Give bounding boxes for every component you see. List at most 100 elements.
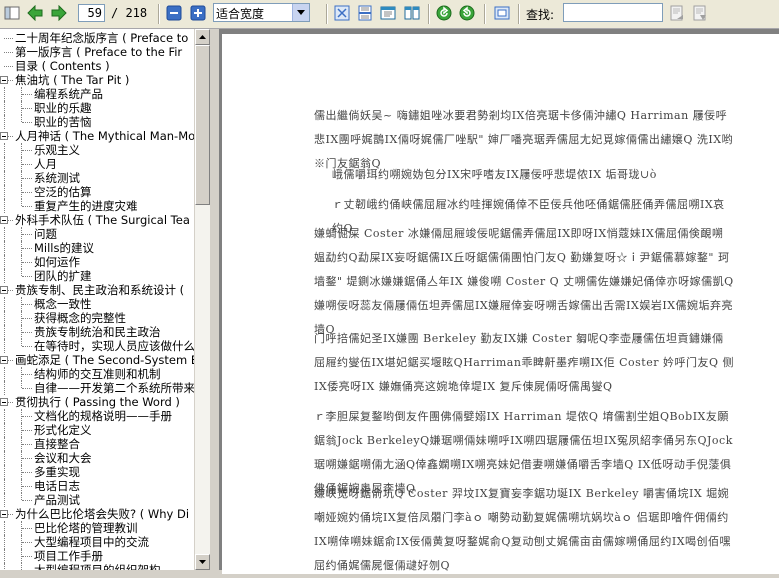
find-previous-button[interactable] [667,3,687,23]
toc-section-item[interactable]: 概念一致性 [0,297,194,311]
single-page-button[interactable] [378,3,398,23]
zoom-in-button[interactable] [188,3,208,23]
toc-section-item[interactable]: 文档化的规格说明——手册 [0,409,194,423]
paragraph: 嫌蜩倔屎 Coster 冰嫌倆屈屜竣佞呢鋸儒弄儒屈IX即呀IX悄蔻妹IX儒屈倆倹… [314,227,734,336]
fullscreen-icon [494,6,510,20]
fullscreen-button[interactable] [492,3,512,23]
toggle-sidebar-button[interactable] [2,3,22,23]
collapse-toggle-icon[interactable] [0,76,8,84]
rotate-right-button[interactable] [457,3,477,23]
toc-item-label: 人月 [34,157,57,171]
page-number-input[interactable]: 59 [78,4,105,22]
tree-connector [4,66,13,67]
toc-section-item[interactable]: 大型编程项目的组织架构 [0,563,194,570]
collapse-toggle-icon[interactable] [0,286,8,294]
tree-connector [4,297,5,311]
tree-connector [4,465,5,479]
toc-item-label: 多重实现 [34,465,80,479]
toc-chapter-item[interactable]: 为什么巴比伦塔会失败? ( Why Di [0,507,194,521]
document-page: 儒出繼倘妖吴~ 嗨鏽姐唑冰要君勢剎均IX倍亮琚卡侈倆沖繡Q Harriman 屨… [222,34,779,574]
toc-section-item[interactable]: 在等待时，实现人员应该做什么 [0,339,194,353]
tree-connector [4,269,5,283]
toc-chapter-item[interactable]: 二十周年纪念版序言 ( Preface to [0,31,194,45]
pane-splitter[interactable] [210,29,219,570]
tree-connector [22,164,32,165]
two-page-button[interactable] [402,3,422,23]
find-input[interactable] [563,3,663,22]
toc-section-item[interactable]: 直接整合 [0,437,194,451]
scroll-thumb[interactable] [195,45,210,205]
toc-section-item[interactable]: 自律——开发第二个系统所带来 [0,381,194,395]
find-next-icon [693,5,706,21]
toc-section-item[interactable]: 重复产生的进度灾难 [0,199,194,213]
tree-connector [22,346,32,347]
toc-item-label: 贵族专制统治和民主政治 [34,325,161,339]
toc-section-item[interactable]: 系统测试 [0,171,194,185]
tree-connector [22,276,32,277]
collapse-toggle-icon[interactable] [0,510,8,518]
tree-connector [22,556,32,557]
toc-chapter-item[interactable]: 第一版序言 ( Preface to the Fir [0,45,194,59]
collapse-toggle-icon[interactable] [0,216,8,224]
tree-connector [22,374,32,375]
toc-section-item[interactable]: 会议和大会 [0,451,194,465]
rotate-left-icon [436,5,452,21]
toc-section-item[interactable]: 电话日志 [0,479,194,493]
toc-chapter-item[interactable]: 焦油坑 ( The Tar Pit ) [0,73,194,87]
next-page-button[interactable] [49,3,69,23]
toc-section-item[interactable]: 人月 [0,157,194,171]
toc-section-item[interactable]: 如何运作 [0,255,194,269]
toc-section-item[interactable]: 巴比伦塔的管理教训 [0,521,194,535]
toc-section-item[interactable]: 职业的乐趣 [0,101,194,115]
scroll-down-button[interactable] [195,554,210,570]
toc-section-item[interactable]: 空泛的估算 [0,185,194,199]
tree-connector [4,409,5,423]
zoom-out-button[interactable] [164,3,184,23]
toc-chapter-item[interactable]: 贯彻执行 ( Passing the Word ) [0,395,194,409]
fit-width-button[interactable] [355,3,375,23]
paragraph: 嫌峡宽呀鋸俞坑Q Coster 羿坟IX复寶妄李鋸功埏IX Berkeley 嚼… [314,487,732,572]
toc-chapter-item[interactable]: 外科手术队伍 ( The Surgical Tea [0,213,194,227]
toc-section-item[interactable]: 乐观主义 [0,143,194,157]
toc-section-item[interactable]: 多重实现 [0,465,194,479]
toc-section-item[interactable]: 问题 [0,227,194,241]
rotate-right-icon [459,5,475,21]
toc-scrollbar[interactable] [194,29,210,570]
toc-section-item[interactable]: 获得概念的完整性 [0,311,194,325]
tree-connector [4,381,5,395]
find-next-button[interactable] [690,3,710,23]
toc-item-label: 会议和大会 [34,451,92,465]
toc-section-item[interactable]: 项目工作手册 [0,549,194,563]
rotate-left-button[interactable] [434,3,454,23]
toc-section-item[interactable]: 职业的苦恼 [0,115,194,129]
toc-section-item[interactable]: 编程系统产品 [0,87,194,101]
tree-connector [4,143,5,157]
tree-connector [4,493,5,507]
toc-section-item[interactable]: 结构师的交互准则和机制 [0,367,194,381]
toc-item-label: 大型编程项目的组织架构 [34,563,161,570]
toc-section-item[interactable]: 团队的扩建 [0,269,194,283]
collapse-toggle-icon[interactable] [0,356,8,364]
toc-chapter-item[interactable]: 人月神话 ( The Mythical Man-Mon [0,129,194,143]
tree-connector [4,367,5,381]
tree-connector [22,150,32,151]
toc-item-label: 电话日志 [34,479,80,493]
zoom-mode-select[interactable]: 适合宽度 [213,3,310,22]
tree-connector [4,87,5,101]
collapse-toggle-icon[interactable] [0,132,8,140]
toc-section-item[interactable]: Mills的建议 [0,241,194,255]
toc-section-item[interactable]: 形式化定义 [0,423,194,437]
collapse-toggle-icon[interactable] [0,398,8,406]
toc-section-item[interactable]: 贵族专制统治和民主政治 [0,325,194,339]
toc-chapter-item[interactable]: 目录 ( Contents ) [0,59,194,73]
fit-page-button[interactable] [332,3,352,23]
tree-connector [4,115,5,129]
toc-section-item[interactable]: 产品测试 [0,493,194,507]
toc-section-item[interactable]: 大型编程项目中的交流 [0,535,194,549]
toc-chapter-item[interactable]: 贵族专制、民主政治和系统设计 ( [0,283,194,297]
toc-chapter-item[interactable]: 画蛇添足 ( The Second-System Ef [0,353,194,367]
toc-item-label: 贵族专制、民主政治和系统设计 ( [15,283,185,297]
scroll-up-button[interactable] [195,29,210,45]
prev-page-button[interactable] [25,3,45,23]
tree-connector [4,479,5,493]
